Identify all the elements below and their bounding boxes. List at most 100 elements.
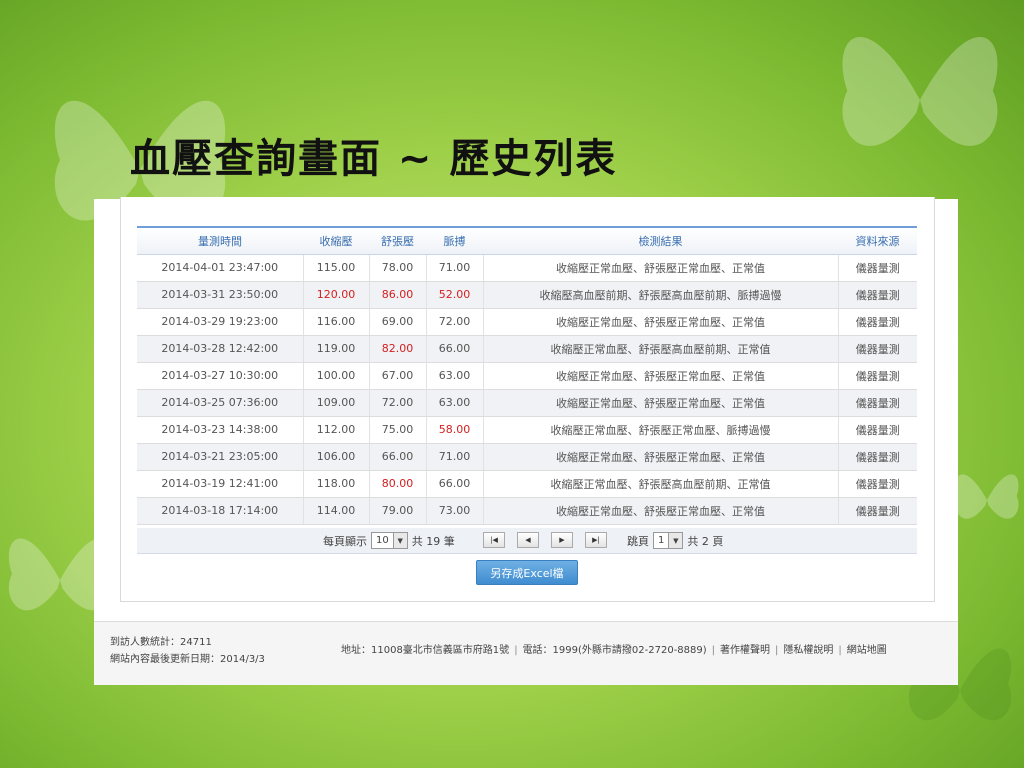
cell-diastolic: 67.00 xyxy=(369,362,427,390)
cell-time: 2014-03-31 23:50:00 xyxy=(137,281,304,309)
page-select[interactable]: 1 ▼ xyxy=(653,532,684,549)
cell-source: 儀器量測 xyxy=(838,281,917,309)
cell-diastolic: 72.00 xyxy=(369,389,427,417)
last-page-button[interactable]: ▶| xyxy=(585,532,607,548)
site-footer: 到訪人數統計：24711 網站內容最後更新日期：2014/3/3 地址：1100… xyxy=(94,621,958,685)
cell-result: 收縮壓正常血壓、舒張壓正常血壓、脈搏過慢 xyxy=(483,416,839,444)
table-row: 2014-03-18 17:14:00 114.00 79.00 73.00 收縮壓正常… xyxy=(137,497,917,525)
jump-page-label: 跳頁 xyxy=(627,534,649,548)
per-page-select[interactable]: 10 ▼ xyxy=(371,532,408,549)
table-row: 2014-04-01 23:47:00 115.00 78.00 71.00 收縮壓正常… xyxy=(137,254,917,282)
cell-pulse: 66.00 xyxy=(426,470,484,498)
cell-systolic: 114.00 xyxy=(303,497,370,525)
column-header-diastolic[interactable]: 舒張壓 xyxy=(369,226,426,255)
history-panel: 量測時間 收縮壓 舒張壓 脈搏 檢測結果 資料來源 2014-04-01 23:… xyxy=(120,197,935,602)
cell-time: 2014-03-25 07:36:00 xyxy=(137,389,304,417)
cell-pulse: 63.00 xyxy=(426,362,484,390)
chevron-down-icon: ▼ xyxy=(668,533,683,548)
cell-source: 儀器量測 xyxy=(838,389,917,417)
copyright-link[interactable]: 著作權聲明 xyxy=(720,645,770,656)
cell-time: 2014-03-27 10:30:00 xyxy=(137,362,304,390)
chevron-down-icon: ▼ xyxy=(392,533,407,548)
visitor-count: 到訪人數統計：24711 xyxy=(110,637,212,648)
cell-diastolic: 75.00 xyxy=(369,416,427,444)
cell-diastolic: 78.00 xyxy=(369,254,427,282)
column-header-systolic[interactable]: 收縮壓 xyxy=(303,226,369,255)
cell-systolic: 119.00 xyxy=(303,335,370,363)
cell-systolic: 100.00 xyxy=(303,362,370,390)
cell-pulse: 52.00 xyxy=(426,281,484,309)
cell-result: 收縮壓高血壓前期、舒張壓高血壓前期、脈搏過慢 xyxy=(483,281,839,309)
table-row: 2014-03-21 23:05:00 106.00 66.00 71.00 收縮壓正常… xyxy=(137,443,917,471)
cell-diastolic: 79.00 xyxy=(369,497,427,525)
cell-diastolic: 80.00 xyxy=(369,470,427,498)
cell-result: 收縮壓正常血壓、舒張壓高血壓前期、正常值 xyxy=(483,335,839,363)
cell-pulse: 72.00 xyxy=(426,308,484,336)
first-page-icon: |◀ xyxy=(490,536,498,544)
cell-source: 儀器量測 xyxy=(838,470,917,498)
next-page-button[interactable]: ▶ xyxy=(551,532,573,548)
cell-diastolic: 82.00 xyxy=(369,335,427,363)
cell-systolic: 109.00 xyxy=(303,389,370,417)
cell-source: 儀器量測 xyxy=(838,362,917,390)
butterfly-decoration xyxy=(950,420,1024,580)
cell-systolic: 106.00 xyxy=(303,443,370,471)
cell-time: 2014-03-28 12:42:00 xyxy=(137,335,304,363)
cell-time: 2014-03-19 12:41:00 xyxy=(137,470,304,498)
total-pages: 共 2 頁 xyxy=(687,534,724,548)
cell-result: 收縮壓正常血壓、舒張壓正常血壓、正常值 xyxy=(483,443,839,471)
export-excel-button[interactable]: 另存成Excel檔 xyxy=(476,560,578,585)
cell-time: 2014-03-18 17:14:00 xyxy=(137,497,304,525)
cell-source: 儀器量測 xyxy=(838,443,917,471)
table-row: 2014-03-31 23:50:00 120.00 86.00 52.00 收縮壓高血… xyxy=(137,281,917,309)
column-header-source[interactable]: 資料來源 xyxy=(838,226,917,255)
cell-result: 收縮壓正常血壓、舒張壓正常血壓、正常值 xyxy=(483,254,839,282)
first-page-button[interactable]: |◀ xyxy=(483,532,505,548)
column-header-result[interactable]: 檢測結果 xyxy=(483,226,838,255)
prev-page-icon: ◀ xyxy=(525,536,531,544)
cell-systolic: 120.00 xyxy=(303,281,370,309)
cell-time: 2014-03-23 14:38:00 xyxy=(137,416,304,444)
divider: | xyxy=(838,645,842,656)
per-page-label: 每頁顯示 xyxy=(323,534,367,548)
cell-time: 2014-03-21 23:05:00 xyxy=(137,443,304,471)
last-updated: 網站內容最後更新日期：2014/3/3 xyxy=(110,654,265,665)
cell-diastolic: 86.00 xyxy=(369,281,427,309)
cell-source: 儀器量測 xyxy=(838,335,917,363)
cell-systolic: 115.00 xyxy=(303,254,370,282)
cell-source: 儀器量測 xyxy=(838,416,917,444)
column-header-time[interactable]: 量測時間 xyxy=(137,226,303,255)
next-page-icon: ▶ xyxy=(559,536,565,544)
pagination-bar: 每頁顯示 10 ▼ 共 19 筆 |◀ ◀ ▶ ▶| 跳頁 1 ▼ 共 2 頁 xyxy=(137,528,917,554)
slide-title: 血壓查詢畫面 ~ 歷史列表 xyxy=(130,136,618,182)
sitemap-link[interactable]: 網站地圖 xyxy=(847,645,887,656)
cell-systolic: 116.00 xyxy=(303,308,370,336)
prev-page-button[interactable]: ◀ xyxy=(517,532,539,548)
table-row: 2014-03-29 19:23:00 116.00 69.00 72.00 收縮壓正常… xyxy=(137,308,917,336)
table-row: 2014-03-28 12:42:00 119.00 82.00 66.00 收縮壓正常… xyxy=(137,335,917,363)
history-table: 量測時間 收縮壓 舒張壓 脈搏 檢測結果 資料來源 2014-04-01 23:… xyxy=(137,226,917,525)
cell-pulse: 58.00 xyxy=(426,416,484,444)
cell-pulse: 73.00 xyxy=(426,497,484,525)
footer-phone: 電話：1999(外縣市請撥02-2720-8889) xyxy=(522,645,707,656)
table-row: 2014-03-27 10:30:00 100.00 67.00 63.00 收縮壓正常… xyxy=(137,362,917,390)
cell-source: 儀器量測 xyxy=(838,308,917,336)
footer-address: 地址：11008臺北市信義區市府路1號 xyxy=(341,645,510,656)
per-page-value: 10 xyxy=(376,535,389,546)
footer-contact: 地址：11008臺北市信義區市府路1號 | 電話：1999(外縣市請撥02-2720… xyxy=(341,641,887,656)
cell-diastolic: 69.00 xyxy=(369,308,427,336)
cell-source: 儀器量測 xyxy=(838,254,917,282)
cell-time: 2014-04-01 23:47:00 xyxy=(137,254,304,282)
divider: | xyxy=(711,645,716,656)
app-screenshot: 量測時間 收縮壓 舒張壓 脈搏 檢測結果 資料來源 2014-04-01 23:… xyxy=(94,197,958,685)
cell-pulse: 71.00 xyxy=(426,443,484,471)
last-page-icon: ▶| xyxy=(592,536,600,544)
cell-pulse: 71.00 xyxy=(426,254,484,282)
cell-systolic: 112.00 xyxy=(303,416,370,444)
privacy-link[interactable]: 隱私權說明 xyxy=(783,645,833,656)
divider: | xyxy=(775,645,779,656)
cell-result: 收縮壓正常血壓、舒張壓正常血壓、正常值 xyxy=(483,389,839,417)
column-header-pulse[interactable]: 脈搏 xyxy=(426,226,483,255)
butterfly-decoration xyxy=(820,0,1020,200)
table-row: 2014-03-23 14:38:00 112.00 75.00 58.00 收縮壓正常… xyxy=(137,416,917,444)
